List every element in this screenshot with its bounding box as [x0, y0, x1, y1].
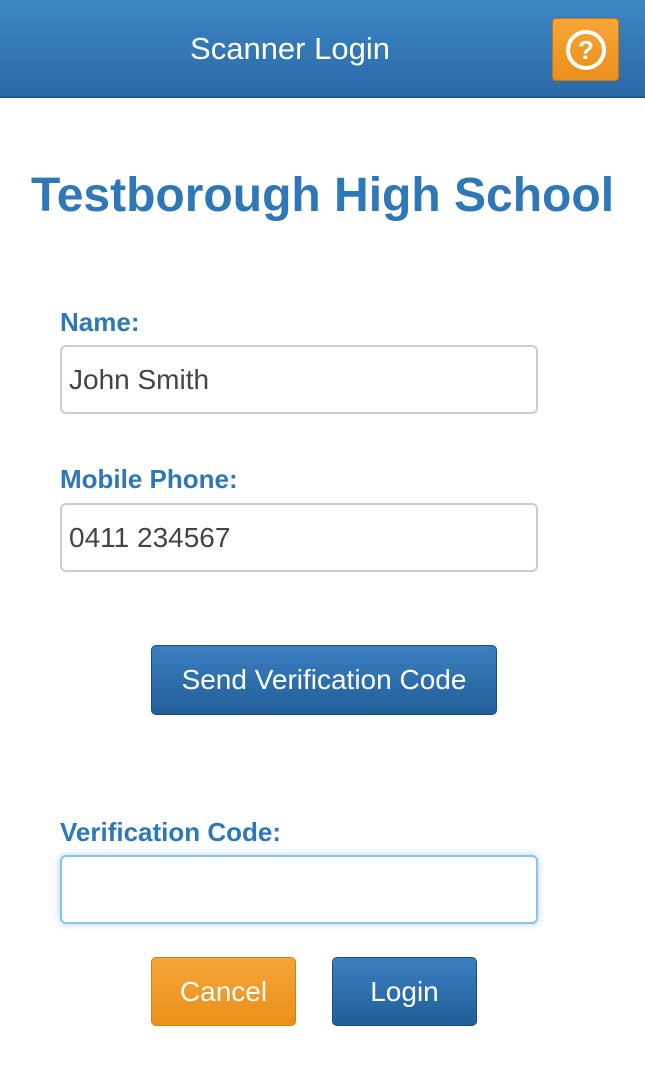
verification-code-label: Verification Code: [60, 817, 282, 847]
send-verification-code-button[interactable]: Send Verification Code [151, 645, 497, 715]
name-input[interactable] [60, 345, 538, 414]
mobile-phone-input[interactable] [60, 503, 538, 572]
mobile-phone-label: Mobile Phone: [60, 464, 238, 494]
school-name-heading: Testborough High School [30, 169, 615, 222]
question-circle-icon: ? [565, 29, 606, 70]
name-label: Name: [60, 307, 140, 337]
help-symbol: ? [578, 35, 594, 65]
header-title: Scanner Login [190, 31, 390, 66]
help-button[interactable]: ? [552, 18, 619, 81]
verification-code-input[interactable] [60, 855, 538, 924]
app-header: Scanner Login ? [0, 0, 645, 98]
cancel-button[interactable]: Cancel [151, 957, 296, 1026]
login-button[interactable]: Login [332, 957, 477, 1026]
